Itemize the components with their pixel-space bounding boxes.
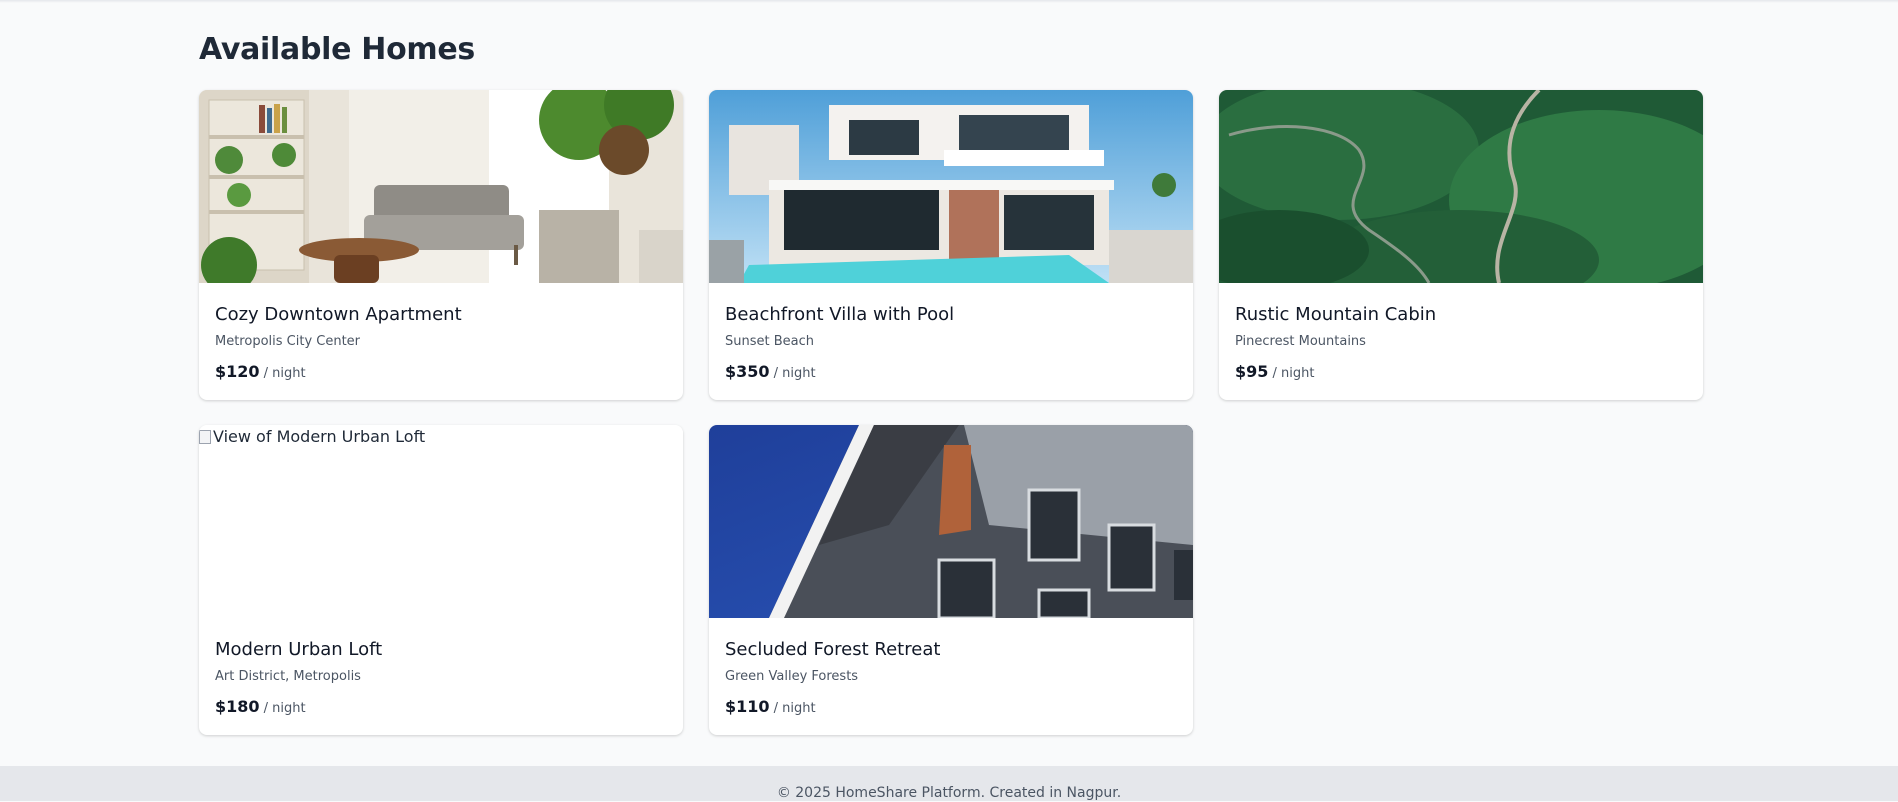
listing-title[interactable]: Secluded Forest Retreat [725,637,1177,663]
listing-location: Sunset Beach [725,334,815,349]
listing-price-row: $120 / night [215,361,667,383]
listing-price: $120 [215,362,260,381]
listing-card-body: Rustic Mountain Cabin Pinecrest Mountain… [1219,283,1703,383]
listing-price-row: $350 / night [725,361,1177,383]
listing-price-row: $180 / night [215,696,667,718]
listing-price-unit: / night [263,701,306,716]
listing-card-modern-urban-loft[interactable]: View of Modern Urban Loft Modern Urban L… [199,425,683,735]
listing-price-unit: / night [1272,366,1315,381]
listing-location: Metropolis City Center [215,334,361,349]
listing-location: Art District, Metropolis [215,669,361,684]
listing-card-body: Cozy Downtown Apartment Metropolis City … [199,283,683,383]
listing-image-broken[interactable]: View of Modern Urban Loft [199,425,683,618]
listing-image-building-facade[interactable] [709,425,1193,618]
listing-title[interactable]: Beachfront Villa with Pool [725,302,1177,328]
listing-card-rustic-mountain-cabin[interactable]: Rustic Mountain Cabin Pinecrest Mountain… [1219,90,1703,400]
listing-card-body: Secluded Forest Retreat Green Valley For… [709,618,1193,718]
page-title: Available Homes [199,32,475,67]
listing-price: $110 [725,697,770,716]
listing-title[interactable]: Cozy Downtown Apartment [215,302,667,328]
listing-card-secluded-forest-retreat[interactable]: Secluded Forest Retreat Green Valley For… [709,425,1193,735]
image-alt-label: View of Modern Urban Loft [213,427,426,446]
listing-price: $180 [215,697,260,716]
listings-grid: Cozy Downtown Apartment Metropolis City … [199,90,1703,735]
listing-location: Pinecrest Mountains [1235,334,1366,349]
listing-title[interactable]: Rustic Mountain Cabin [1235,302,1687,328]
listing-price: $350 [725,362,770,381]
listing-image-mountain-road[interactable] [1219,90,1703,283]
listing-price-row: $110 / night [725,696,1177,718]
listing-title[interactable]: Modern Urban Loft [215,637,667,663]
listing-card-body: Beachfront Villa with Pool Sunset Beach … [709,283,1193,383]
broken-image-icon [199,429,211,444]
listing-location: Green Valley Forests [725,669,859,684]
listing-card-beachfront-villa[interactable]: Beachfront Villa with Pool Sunset Beach … [709,90,1193,400]
listing-image-living-room[interactable] [199,90,683,283]
listing-price-unit: / night [263,366,306,381]
listing-price-unit: / night [773,701,816,716]
listing-card-body: Modern Urban Loft Art District, Metropol… [199,618,683,718]
header-shadow [0,0,1898,3]
listings-section: Available Homes Cozy Downtown Apartment … [199,28,1703,735]
listing-price-row: $95 / night [1235,361,1687,383]
listing-price: $95 [1235,362,1269,381]
listing-card-cozy-downtown-apartment[interactable]: Cozy Downtown Apartment Metropolis City … [199,90,683,400]
image-alt-text: View of Modern Urban Loft [199,427,425,446]
footer-text: © 2025 HomeShare Platform. Created in Na… [776,785,1122,801]
listing-image-villa-pool[interactable] [709,90,1193,283]
site-footer: © 2025 HomeShare Platform. Created in Na… [0,766,1898,801]
listing-price-unit: / night [773,366,816,381]
